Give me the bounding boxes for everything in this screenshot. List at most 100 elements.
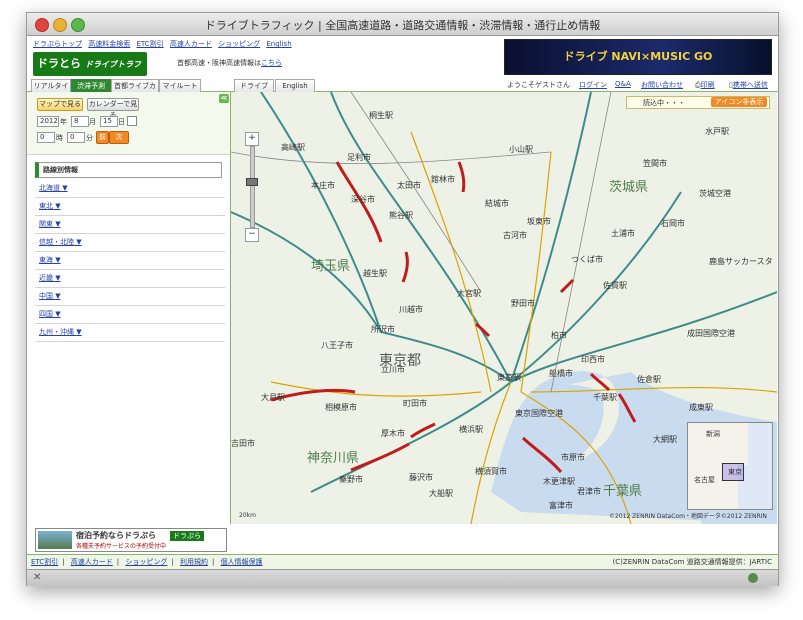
nav-toll-search[interactable]: 高速料金検索: [88, 40, 130, 48]
tab-live-camera[interactable]: 首都ライブカメラ: [111, 79, 159, 102]
greeting: ようこそゲストさん: [507, 81, 570, 89]
place-label: 足利市: [347, 153, 371, 162]
footer-privacy-link[interactable]: 個人情報保護: [221, 558, 263, 566]
route-info-header: 路線別情報: [35, 162, 222, 178]
expressway-info-link[interactable]: こちら: [261, 59, 282, 67]
nav-highway-card[interactable]: 高速人カード: [170, 40, 212, 48]
collapse-sidebar-button[interactable]: ≪: [219, 94, 229, 103]
day-input[interactable]: 15: [100, 116, 118, 127]
region-shikoku[interactable]: 四国 ▼: [35, 306, 225, 324]
tab-realtime[interactable]: リアルタイム: [31, 79, 71, 102]
place-label: 結城市: [485, 199, 509, 208]
hotel-ad-banner[interactable]: 宿泊予約ならドラぷら 各種夫予約サービスの予約受付中 ドラぷら: [35, 528, 227, 552]
region-label: 中国 ▼: [39, 292, 61, 300]
pref-label-saitama: 埼玉県: [311, 259, 351, 274]
ad-banner[interactable]: ドライブ NAVI×MUSIC GO: [504, 39, 772, 75]
overview-minimap[interactable]: 新潟 名古屋 東京: [687, 422, 773, 510]
stop-icon[interactable]: ✕: [33, 572, 41, 583]
region-label: 東北 ▼: [39, 202, 61, 210]
footer-shopping-link[interactable]: ショッピング: [125, 558, 167, 566]
pref-label-ibaraki: 茨城県: [609, 180, 649, 195]
region-hokkaido[interactable]: 北海道 ▼: [35, 180, 225, 198]
station-label: 熊谷駅: [389, 211, 413, 220]
login-link-wrap: ログイン: [579, 80, 607, 90]
nav-shopping[interactable]: ショッピング: [218, 40, 260, 48]
tab-my-route[interactable]: マイルート: [159, 79, 201, 92]
region-chugoku[interactable]: 中国 ▼: [35, 288, 225, 306]
map-view-button[interactable]: マップで見る: [37, 98, 83, 111]
status-bar: ✕: [27, 569, 778, 586]
calendar-icon[interactable]: [127, 116, 137, 126]
login-link[interactable]: ログイン: [579, 81, 607, 89]
next-time-button[interactable]: 次: [109, 131, 129, 144]
region-tokai[interactable]: 東海 ▼: [35, 252, 225, 270]
hour-select[interactable]: 0: [37, 132, 55, 143]
pref-label-chiba: 千葉県: [603, 484, 643, 499]
place-label: 石岡市: [661, 219, 685, 228]
region-shinetsu-hokuriku[interactable]: 信越・北陸 ▼: [35, 234, 225, 252]
print-link[interactable]: 印刷: [701, 81, 715, 89]
mode-drive-button[interactable]: ドライブ: [234, 79, 274, 93]
nav-english[interactable]: English: [266, 40, 291, 48]
year-input[interactable]: 2012: [37, 116, 59, 127]
footer-etc-link[interactable]: ETC割引: [31, 558, 58, 566]
place-label: 秦野市: [339, 475, 363, 484]
year-label: 年: [60, 118, 67, 126]
region-kinki[interactable]: 近畿 ▼: [35, 270, 225, 288]
footer-card-link[interactable]: 高速人カード: [71, 558, 113, 566]
place-label: 藤沢市: [409, 473, 433, 482]
place-label: 八王子市: [321, 341, 353, 350]
station-label: 越生駅: [363, 269, 387, 278]
place-label: 笠間市: [643, 159, 667, 168]
site-logo[interactable]: ドラとらドライブトラフィック: [33, 52, 147, 94]
hide-icons-button[interactable]: アイコン非表示: [711, 97, 767, 107]
station-label: 横浜駅: [459, 425, 483, 434]
place-label: 野田市: [511, 299, 535, 308]
station-label: 鹿島サッカースタ: [709, 257, 773, 266]
region-kyushu-okinawa[interactable]: 九州・沖縄 ▼: [35, 324, 225, 342]
print-link-wrap: ⎙印刷: [695, 80, 715, 90]
congestion-segment: [350, 442, 410, 472]
mode-english-button[interactable]: English: [275, 79, 315, 93]
place-label: 深谷市: [351, 195, 375, 204]
place-label: 柏市: [551, 331, 567, 340]
place-label: 古河市: [503, 231, 527, 240]
region-kanto[interactable]: 関東 ▼: [35, 216, 225, 234]
tab-bar: リアルタイム 渋滞予測 首都ライブカメラ マイルート ドライブ English …: [27, 77, 778, 102]
congestion-segment: [457, 161, 466, 193]
zoom-in-button[interactable]: +: [245, 132, 259, 146]
qa-link[interactable]: Q&A: [615, 80, 631, 88]
mobile-link[interactable]: 携帯へ送信: [733, 81, 768, 89]
zoom-slider-handle[interactable]: [246, 178, 258, 186]
month-input[interactable]: 8: [71, 116, 89, 127]
hour-label: 時: [56, 134, 63, 142]
station-label: 大月駅: [261, 393, 285, 402]
pref-label-kanagawa: 神奈川県: [307, 451, 360, 466]
airport-label: 茨城空港: [699, 189, 731, 198]
nav-dorapura-top[interactable]: ドラぷらトップ: [33, 40, 82, 48]
place-label: 市原市: [561, 453, 585, 462]
station-label: 小山駅: [509, 145, 533, 154]
calendar-view-button[interactable]: カレンダーで見る: [87, 98, 139, 119]
expressway-info-text: 首都高速・阪神高速情報は: [177, 59, 261, 67]
minimap-label: 東京: [728, 468, 742, 476]
place-label: 坂東市: [527, 217, 551, 226]
footer-terms-link[interactable]: 利用規約: [180, 558, 208, 566]
prev-time-button[interactable]: 前: [96, 131, 109, 144]
zoom-out-button[interactable]: −: [245, 228, 259, 242]
zoom-slider-rail[interactable]: [250, 146, 255, 228]
nav-etc-discount[interactable]: ETC割引: [136, 40, 163, 48]
tab-congestion-forecast[interactable]: 渋滞予測: [71, 79, 111, 92]
zoom-control: + −: [245, 132, 259, 242]
minute-select[interactable]: 0: [67, 132, 85, 143]
region-label: 九州・沖縄 ▼: [39, 328, 82, 336]
place-label: 館林市: [431, 175, 455, 184]
traffic-map[interactable]: 埼玉県 東京都 神奈川県 茨城県 千葉県 高崎駅 桐生駅 熊谷駅 越生駅 大宮駅…: [231, 92, 777, 524]
region-label: 北海道 ▼: [39, 184, 68, 192]
hotel-ad-title: 宿泊予約ならドラぷら: [76, 531, 156, 540]
station-label: 水戸駅: [705, 127, 729, 136]
place-label: 町田市: [403, 399, 427, 408]
contact-link[interactable]: お問い合わせ: [641, 81, 683, 89]
region-tohoku[interactable]: 東北 ▼: [35, 198, 225, 216]
scale-label: 20km: [239, 512, 256, 519]
